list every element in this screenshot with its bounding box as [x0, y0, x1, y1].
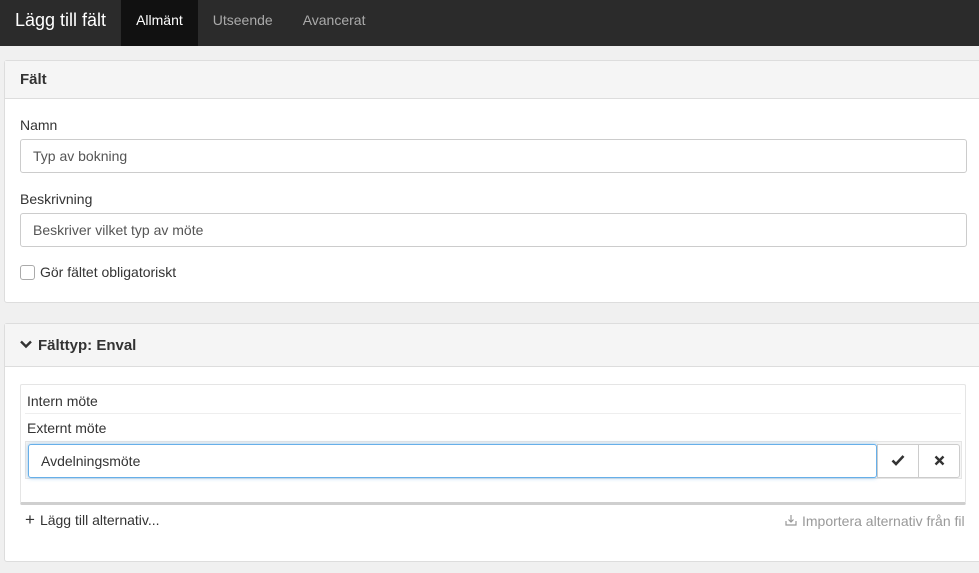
- cancel-option-button[interactable]: [918, 444, 960, 478]
- confirm-option-button[interactable]: [877, 444, 919, 478]
- plus-icon: +: [25, 510, 35, 529]
- description-label: Beskrivning: [20, 191, 93, 207]
- tab-appearance[interactable]: Utseende: [198, 0, 288, 40]
- field-panel: Fält Namn Typ av bokning Beskrivning Bes…: [4, 60, 979, 303]
- field-type-title: Fälttyp: Enval: [38, 336, 137, 354]
- required-checkbox[interactable]: [20, 264, 35, 280]
- top-navbar: Lägg till fält Allmänt Utseende Avancera…: [0, 0, 979, 46]
- add-option-button[interactable]: + Lägg till alternativ...: [25, 510, 160, 529]
- field-type-heading[interactable]: Fälttyp: Enval: [5, 324, 979, 367]
- options-list: Intern möte Externt möte Avdelningsmöte: [20, 384, 966, 505]
- list-item[interactable]: Externt möte: [27, 420, 106, 436]
- option-edit-input[interactable]: Avdelningsmöte: [28, 444, 877, 478]
- required-label: Gör fältet obligatoriskt: [40, 264, 177, 280]
- close-icon: [934, 453, 945, 470]
- option-edit-row: Avdelningsmöte: [25, 441, 962, 479]
- list-item[interactable]: Intern möte: [27, 393, 98, 409]
- name-input[interactable]: Typ av bokning: [20, 139, 967, 173]
- divider: [25, 413, 961, 414]
- field-panel-heading: Fält: [5, 61, 979, 99]
- download-icon: [785, 514, 797, 529]
- add-option-label: Lägg till alternativ...: [39, 512, 160, 528]
- check-icon: [891, 453, 905, 470]
- chevron-down-icon: [20, 338, 32, 353]
- description-input[interactable]: Beskriver vilket typ av möte: [20, 213, 967, 247]
- name-label: Namn: [20, 117, 58, 133]
- tab-general[interactable]: Allmänt: [121, 0, 198, 46]
- required-row: Gör fältet obligatoriskt: [20, 264, 176, 280]
- dialog-title: Lägg till fält: [15, 9, 107, 30]
- tab-advanced[interactable]: Avancerat: [288, 0, 381, 40]
- field-type-panel: Fälttyp: Enval Intern möte Externt möte …: [4, 323, 979, 562]
- import-options-label: Importera alternativ från fil: [802, 513, 965, 529]
- import-options-button[interactable]: Importera alternativ från fil: [785, 513, 979, 529]
